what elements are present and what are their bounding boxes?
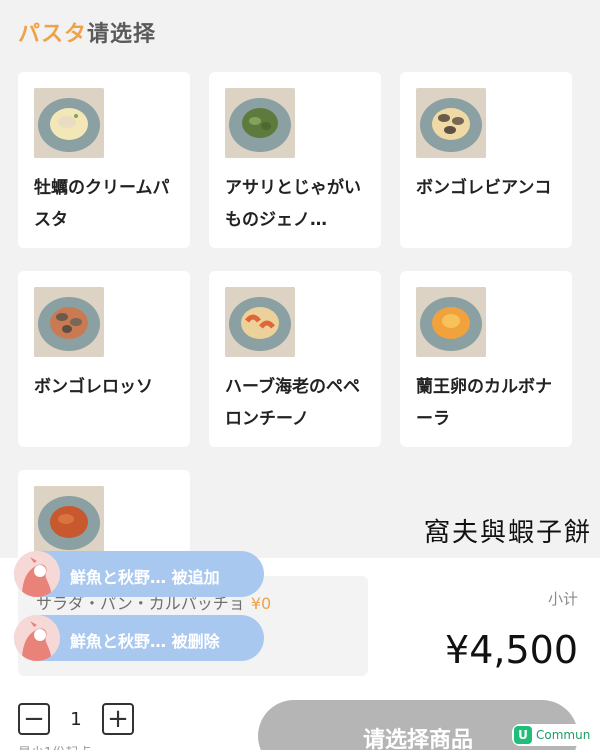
product-image [225,287,295,357]
product-name: 牡蠣のクリームパスタ [34,178,170,230]
product-name: ボンゴレロッソ [34,377,153,397]
product-card-oyster-cream[interactable]: 牡蠣のクリームパスタ [18,72,190,248]
increment-button[interactable]: + [102,703,134,735]
menu-screen: パスタ请选择 牡蠣のクリームパスタ アサリとじゃがいものジェノ… ボンゴレビアン… [0,0,600,750]
subtotal-label: 小计 [547,590,578,608]
product-image [34,287,104,357]
community-text: Commun [536,728,591,742]
community-logo-icon: U [514,726,532,744]
community-badge: U Commun [512,724,597,746]
product-card-herb-shrimp-peperoncino[interactable]: ハーブ海老のペペロンチーノ [209,271,381,447]
user-avatar-icon [14,615,60,661]
product-name: ボンゴレビアンコ [416,178,552,198]
subtotal-value: ¥4,500 [445,628,578,672]
product-name: アサリとじゃがいものジェノ… [225,178,361,230]
product-card-vongole-bianco[interactable]: ボンゴレビアンコ [400,72,572,248]
product-name: 蘭王卵のカルボナーラ [416,377,552,429]
user-avatar-icon [14,551,60,597]
watermark: 窩夫與蝦子餅 [423,518,592,548]
toast-message: 鮮魚と秋野… 被删除 [70,632,220,651]
product-card-clam-potato-genovese[interactable]: アサリとじゃがいものジェノ… [209,72,381,248]
product-image [34,486,104,556]
product-card-ranou-egg-carbonara[interactable]: 蘭王卵のカルボナーラ [400,271,572,447]
toast-removed: 鮮魚と秋野… 被删除 [14,615,264,661]
product-image [34,88,104,158]
page-title: パスタ请选择 [18,16,156,48]
product-card-vongole-rosso[interactable]: ボンゴレロッソ [18,271,190,447]
category-name: パスタ [18,22,88,47]
select-prompt: 请选择 [87,22,157,47]
product-image [416,287,486,357]
summary-price: ¥0 [250,594,272,613]
minimum-order-note: 最少1份起点 [18,742,91,750]
quantity-stepper: − 1 + [18,702,134,736]
product-image [416,88,486,158]
quantity-value: 1 [70,708,82,730]
toast-added: 鮮魚と秋野… 被追加 [14,551,264,597]
product-image [225,88,295,158]
toast-message: 鮮魚と秋野… 被追加 [70,568,220,587]
decrement-button[interactable]: − [18,703,50,735]
product-name: ハーブ海老のペペロンチーノ [225,377,360,429]
